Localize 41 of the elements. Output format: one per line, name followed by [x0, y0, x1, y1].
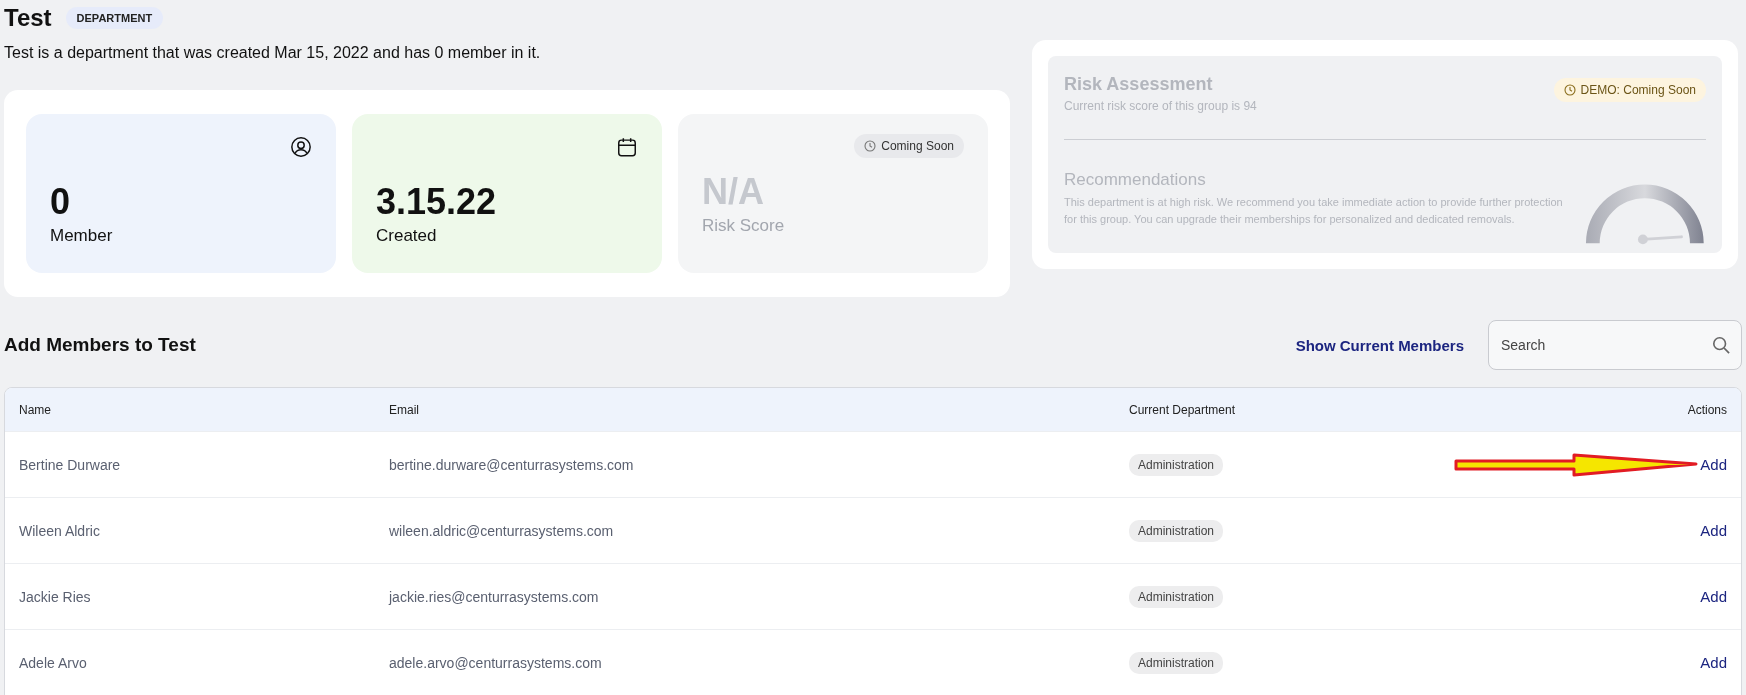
column-header: Email: [389, 402, 420, 417]
member-email: adele.arvo@centurrasystems.com: [389, 654, 603, 671]
member-name: Jackie Ries: [19, 588, 92, 605]
add-link[interactable]: Add: [1700, 588, 1727, 605]
demo-badge: DEMO: Coming Soon: [1553, 78, 1706, 102]
stat-label: Member: [50, 225, 114, 246]
department-tag: Administration: [1129, 519, 1224, 542]
risk-title: Risk Assessment: [1064, 74, 1214, 95]
department-badge: DEPARTMENT: [65, 7, 164, 29]
department-title: Test: [4, 4, 52, 32]
department-tag: Administration: [1129, 651, 1224, 674]
risk-subtitle: Current risk score of this group is 94: [1064, 99, 1257, 113]
clock-icon: [1563, 84, 1576, 96]
search-field[interactable]: Search: [1488, 320, 1742, 370]
member-name: Adele Arvo: [19, 654, 88, 671]
member-name: Bertine Durware: [19, 456, 122, 473]
add-link[interactable]: Add: [1700, 456, 1727, 473]
stat-value: 3.15.22: [376, 182, 498, 222]
section-title: Add Members to Test: [4, 334, 197, 356]
department-tag: Administration: [1129, 453, 1224, 476]
recommendations-title: Recommendations: [1064, 170, 1207, 190]
user-icon: [290, 136, 312, 158]
add-link[interactable]: Add: [1700, 522, 1727, 539]
show-current-members-link[interactable]: Show Current Members: [1295, 336, 1464, 354]
coming-soon-badge: Coming Soon: [854, 134, 964, 158]
stat-value: 0: [50, 182, 72, 222]
stat-label: Created: [376, 225, 438, 246]
department-tag: Administration: [1129, 585, 1224, 608]
stat-label: Risk Score: [702, 215, 786, 236]
member-name: Wileen Aldric: [19, 522, 101, 539]
member-email: bertine.durware@centurrasystems.com: [389, 456, 635, 473]
department-description: Test is a department that was created Mar 15, 2022 and has 0 member in it.: [4, 44, 542, 63]
add-link[interactable]: Add: [1700, 654, 1727, 671]
member-email: wileen.aldric@centurrasystems.com: [389, 522, 615, 539]
clock-icon: [864, 140, 877, 152]
column-header: Name: [19, 402, 52, 417]
column-header: Current Department: [1129, 402, 1237, 417]
calendar-icon: [616, 136, 638, 158]
member-email: jackie.ries@centurrasystems.com: [389, 588, 600, 605]
search-icon: [1712, 336, 1730, 354]
column-header: Actions: [1687, 402, 1727, 417]
